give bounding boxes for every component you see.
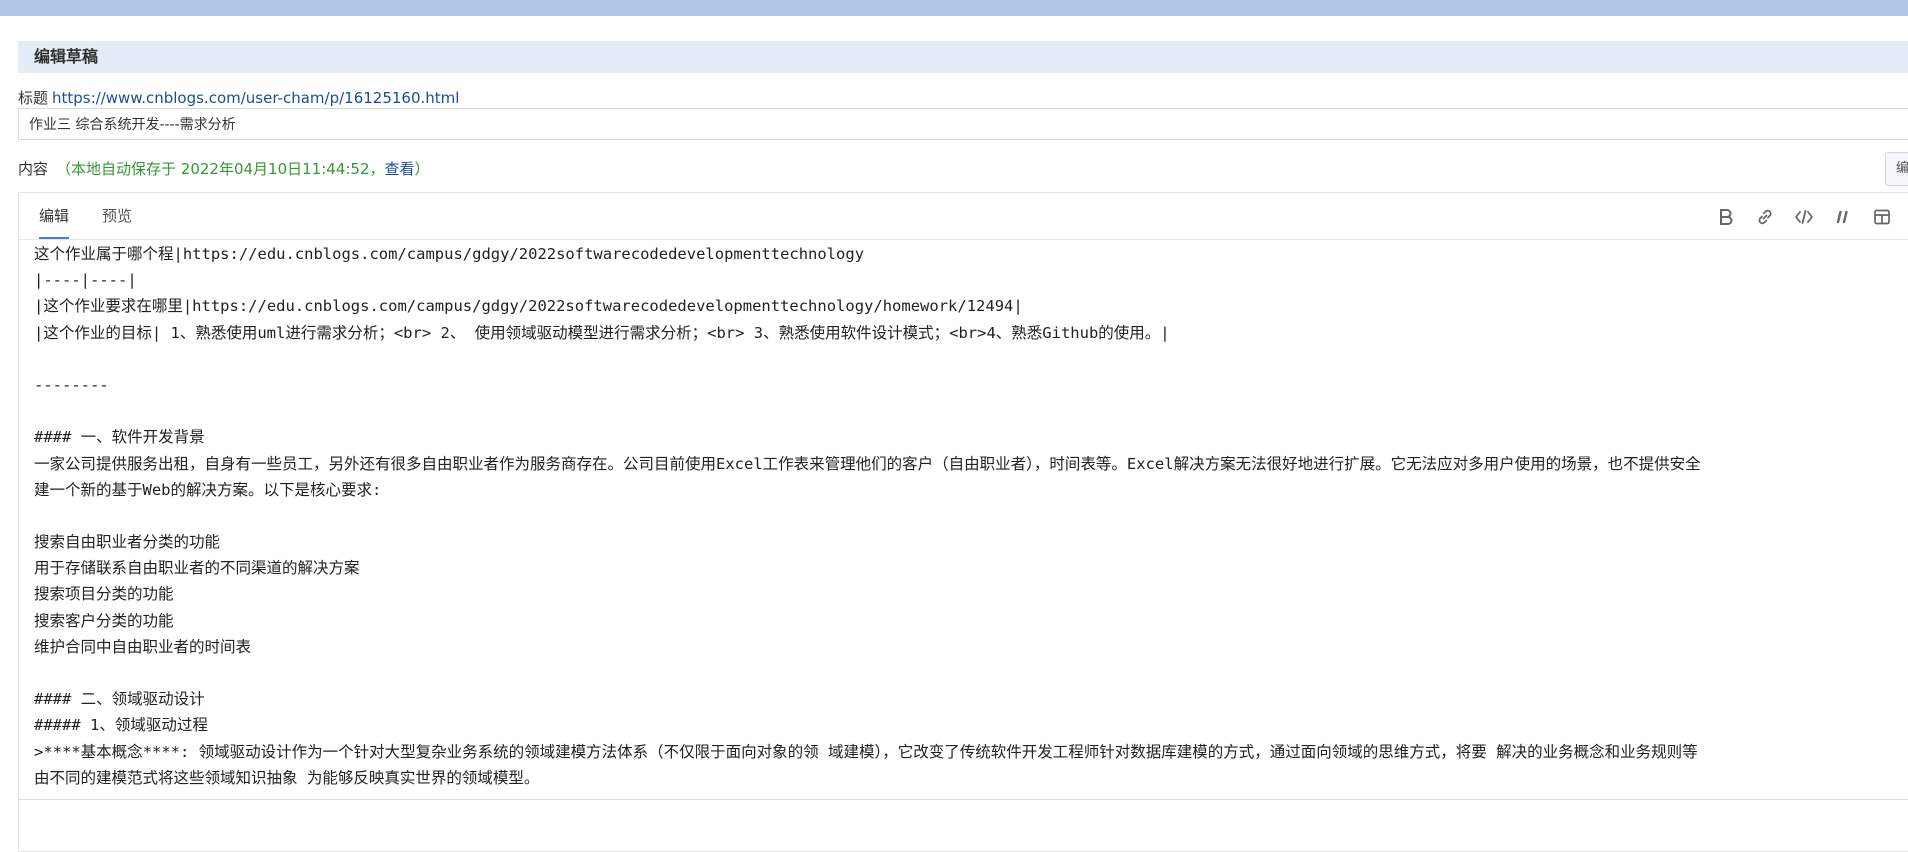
editor-line: 一家公司提供服务出租，自身有一些员工，另外还有很多自由职业者作为服务商存在。公司… — [34, 454, 1701, 473]
quote-icon[interactable] — [1830, 204, 1856, 230]
top-bar — [0, 0, 1908, 16]
editor-line: 维护合同中自由职业者的时间表 — [34, 637, 252, 656]
editor-line: 由不同的建模范式将这些领域知识抽象 为能够反映真实世界的领域模型。 — [34, 768, 540, 787]
editor-line: |----|----| — [34, 271, 137, 290]
post-url-link[interactable]: https://www.cnblogs.com/user-cham/p/1612… — [52, 89, 459, 107]
table-icon[interactable] — [1869, 204, 1895, 230]
page-title: 编辑草稿 — [18, 41, 1908, 73]
view-autosave-link[interactable]: 查看 — [385, 160, 415, 178]
editor-line: 搜索自由职业者分类的功能 — [34, 533, 221, 552]
title-input[interactable] — [18, 108, 1908, 140]
link-icon[interactable] — [1752, 204, 1778, 230]
tab-edit[interactable]: 编辑 — [39, 206, 70, 239]
editor-line: #### 二、领域驱动设计 — [34, 690, 205, 709]
title-label: 标题 — [18, 89, 49, 107]
editor-tabs: 编辑 预览 — [19, 193, 1908, 240]
editor-line: #### 一、软件开发背景 — [34, 428, 205, 447]
editor-line: ##### 1、领域驱动过程 — [34, 716, 208, 735]
editor-line: >****基本概念****: 领域驱动设计作为一个针对大型复杂业务系统的领域建模… — [34, 742, 1698, 761]
editor-line: 用于存储联系自由职业者的不同渠道的解决方案 — [34, 559, 360, 578]
editor-line: 这个作业属于哪个程|https://edu.cnblogs.com/campus… — [34, 245, 865, 263]
editor-line: 搜索客户分类的功能 — [34, 611, 174, 630]
content-label-row: 内容 （本地自动保存于 2022年04月10日11:44:52，查看） — [18, 159, 430, 179]
title-label-row: 标题 https://www.cnblogs.com/user-cham/p/16… — [18, 88, 459, 108]
autosave-suffix: ） — [414, 160, 430, 178]
markdown-text-area[interactable]: 这个作业属于哪个程|https://edu.cnblogs.com/campus… — [34, 241, 1908, 851]
code-icon[interactable] — [1791, 204, 1817, 230]
editor-line: |这个作业的目标| 1、熟悉使用uml进行需求分析；<br> 2、 使用领域驱动… — [34, 323, 1170, 342]
markdown-editor: 编辑 预览 这个作业属于哪个程|https://edu.cnblogs.com/… — [18, 192, 1908, 852]
bold-icon[interactable] — [1713, 204, 1739, 230]
editor-line: |这个作业要求在哪里|https://edu.cnblogs.com/campu… — [34, 297, 1023, 316]
tab-preview[interactable]: 预览 — [102, 206, 132, 237]
content-label: 内容 — [18, 160, 49, 178]
autosave-text: （本地自动保存于 2022年04月10日11:44:52， — [56, 160, 385, 178]
editor-line: 建一个新的基于Web的解决方案。以下是核心要求: — [34, 480, 382, 499]
autosave-status: （本地自动保存于 2022年04月10日11:44:52，查看） — [56, 160, 430, 178]
divider — [19, 799, 1908, 800]
editor-line: 搜索项目分类的功能 — [34, 585, 174, 604]
editor-mode-button[interactable]: 编 — [1885, 152, 1908, 186]
editor-line: -------- — [34, 375, 109, 394]
